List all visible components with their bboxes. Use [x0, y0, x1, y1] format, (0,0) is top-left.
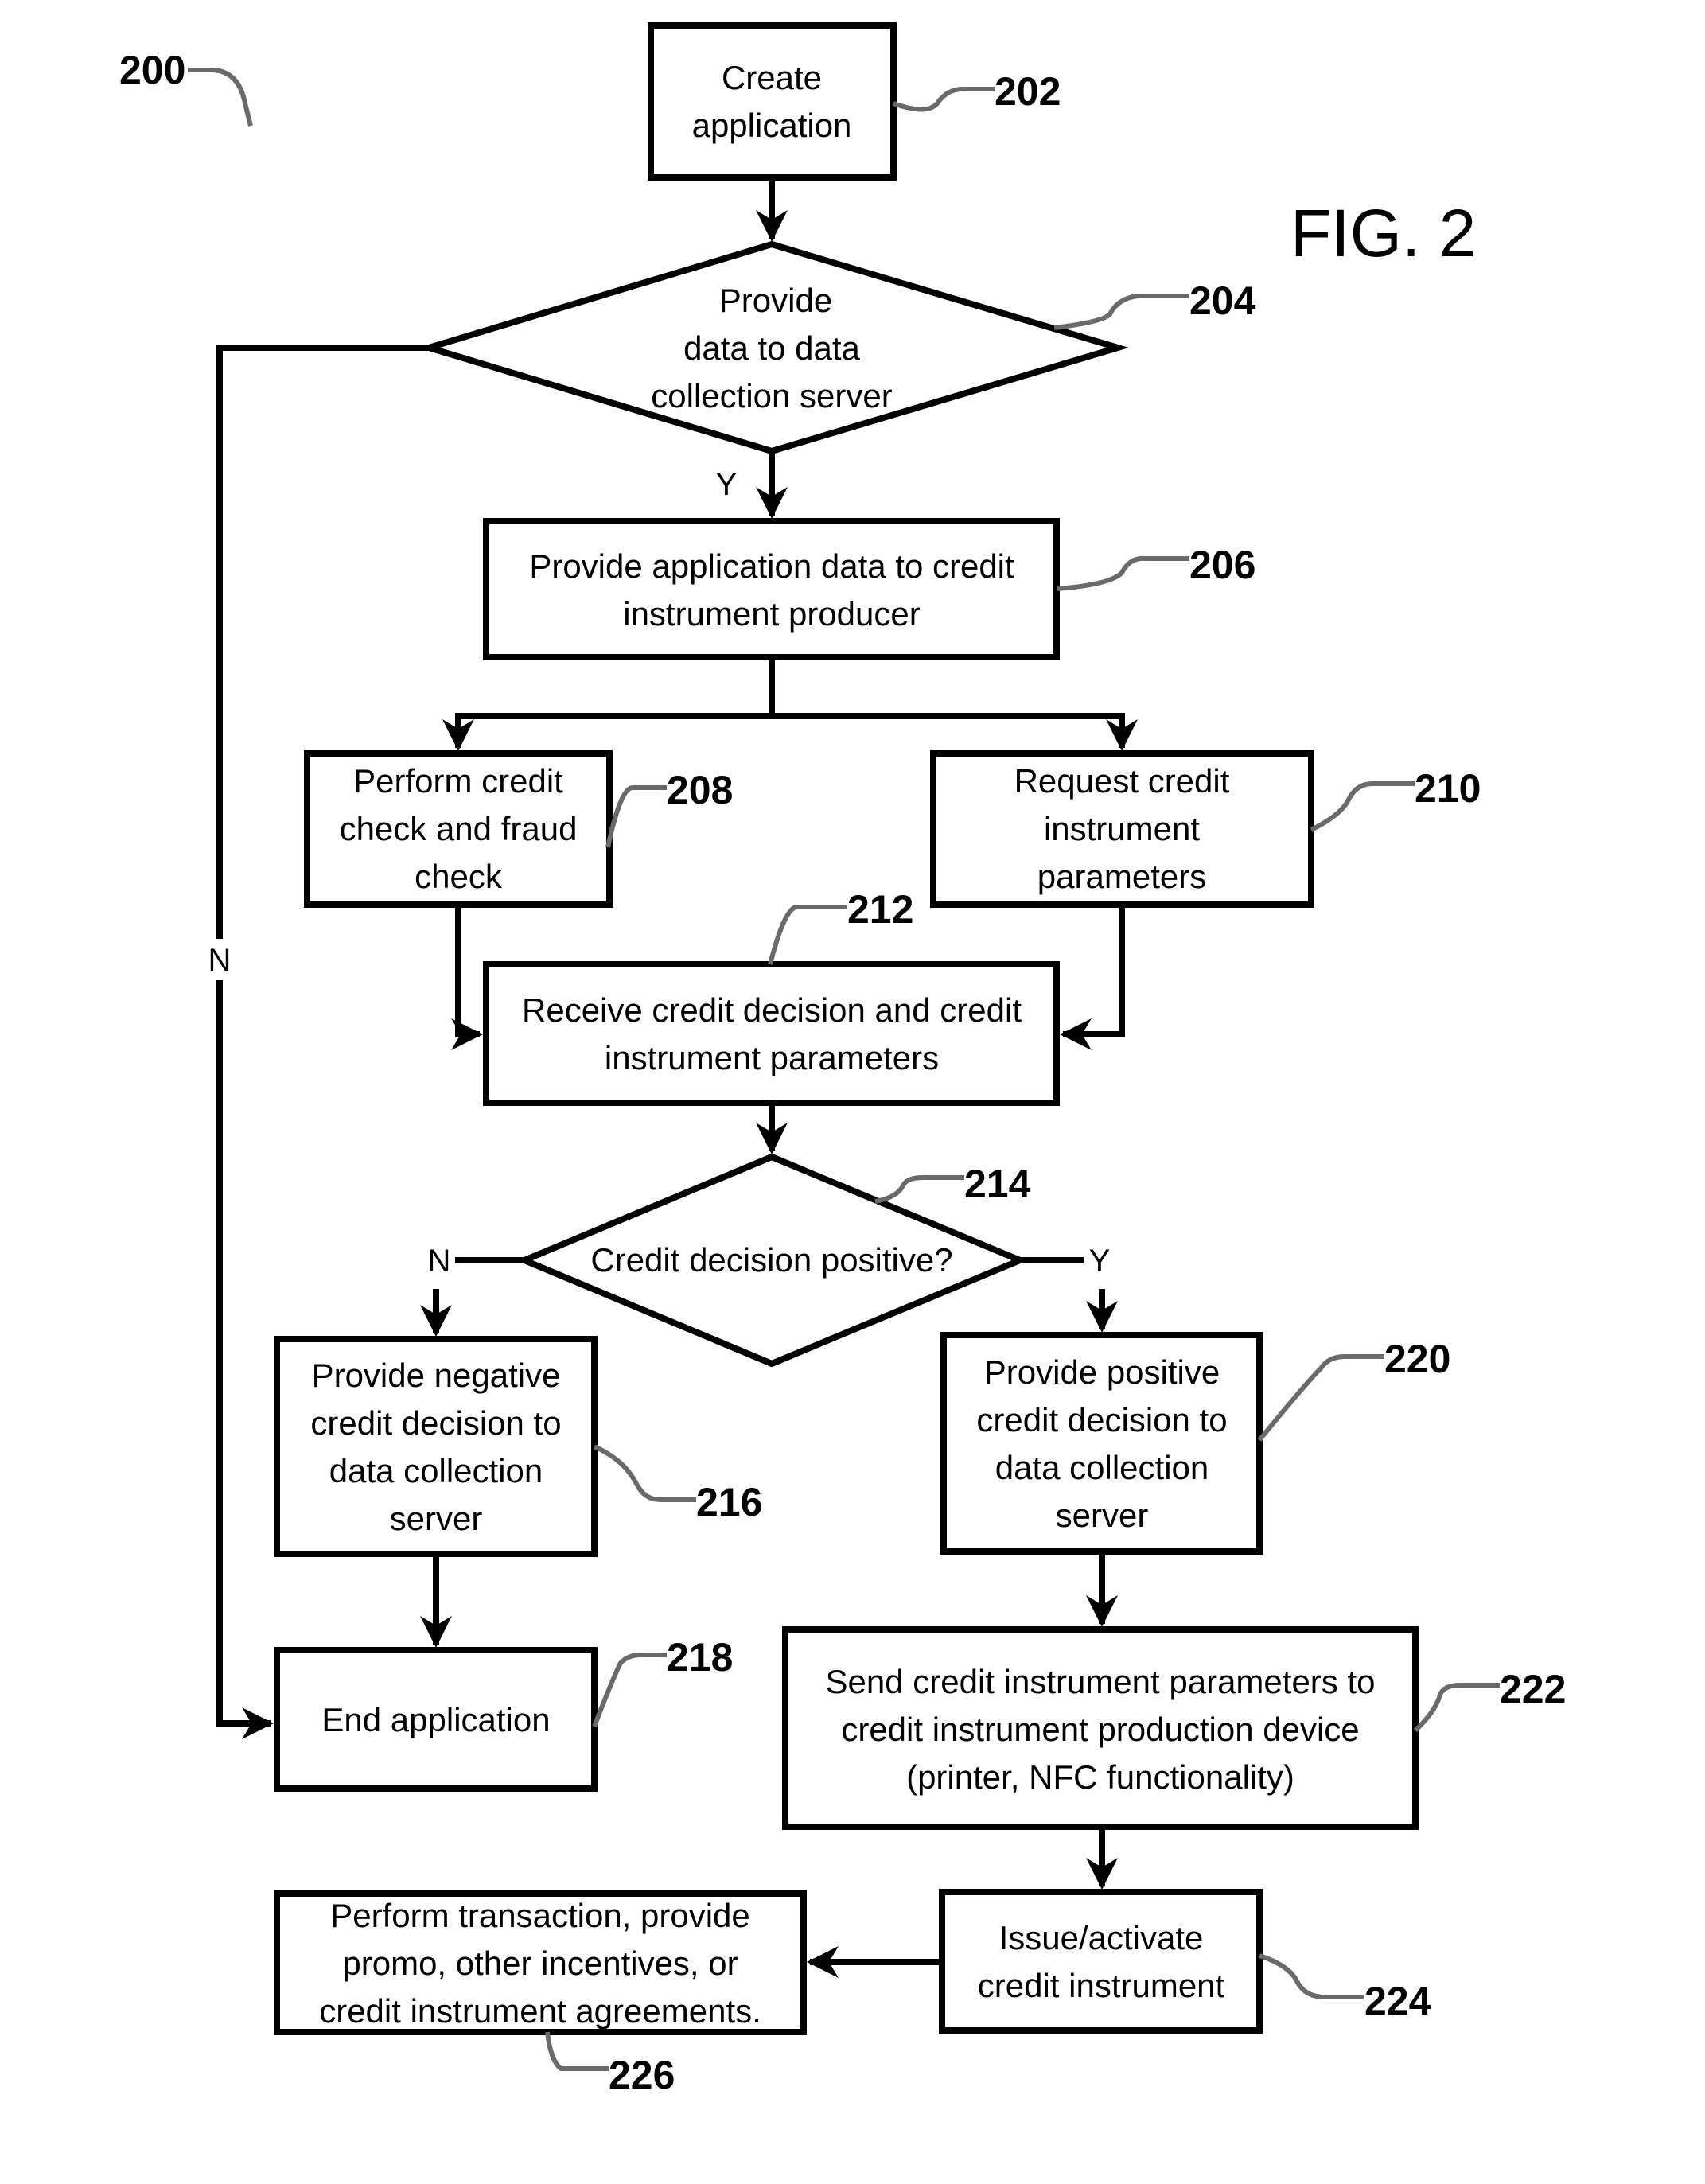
- edge-208-212: [451, 905, 483, 1050]
- node-provide-data-decision: Provide data to data collection server: [418, 240, 1129, 455]
- node-text: Perform credit: [353, 762, 563, 800]
- node-text: credit instrument agreements.: [319, 1992, 761, 2030]
- node-text: Provide negative: [312, 1357, 561, 1394]
- ref-216: 216: [696, 1480, 762, 1524]
- node-text: credit decision to: [310, 1404, 561, 1442]
- node-text: Create: [722, 59, 822, 96]
- node-text: data collection: [329, 1452, 543, 1489]
- ref-218: 218: [667, 1635, 733, 1680]
- edge-label-no: N: [428, 1244, 451, 1279]
- node-send-parameters: Send credit instrument parameters to cre…: [782, 1626, 1419, 1830]
- leader-208: [605, 785, 667, 848]
- node-text: collection server: [651, 377, 892, 415]
- node-text: parameters: [1037, 858, 1206, 895]
- node-text: Credit decision positive?: [590, 1241, 952, 1279]
- figure-reference: 200: [119, 48, 185, 92]
- leader-222: [1413, 1683, 1500, 1733]
- edge-210-212: [1060, 905, 1125, 1050]
- node-text: data collection: [995, 1449, 1209, 1486]
- leader-212: [768, 905, 847, 965]
- ref-206: 206: [1189, 543, 1255, 587]
- node-text: Perform transaction, provide: [330, 1897, 750, 1934]
- leader-226: [545, 2031, 609, 2071]
- figure-reference-leader: [188, 68, 253, 127]
- ref-208: 208: [667, 768, 733, 812]
- node-text: Provide: [719, 282, 832, 319]
- leader-210: [1310, 781, 1415, 832]
- node-text: credit instrument: [978, 1967, 1225, 2004]
- node-text: check: [415, 858, 503, 895]
- node-request-parameters: Request credit instrument parameters: [930, 750, 1314, 908]
- node-text: End application: [321, 1701, 550, 1738]
- ref-220: 220: [1384, 1337, 1450, 1381]
- node-text: server: [390, 1500, 483, 1537]
- leader-220: [1257, 1354, 1384, 1442]
- leader-202: [892, 87, 995, 112]
- ref-214: 214: [964, 1162, 1031, 1206]
- leader-216: [593, 1444, 696, 1502]
- leader-204: [1053, 294, 1189, 330]
- node-perform-transaction: Perform transaction, provide promo, othe…: [274, 1890, 807, 2035]
- edge-label-no: N: [208, 943, 232, 978]
- node-text: data to data: [683, 329, 860, 367]
- ref-202: 202: [995, 69, 1061, 114]
- node-text: application: [692, 107, 852, 144]
- node-text: Request credit: [1014, 762, 1230, 800]
- node-text: (printer, NFC functionality): [906, 1758, 1294, 1796]
- node-text: instrument: [1044, 810, 1200, 847]
- node-text: Provide positive: [984, 1353, 1220, 1391]
- ref-224: 224: [1364, 1979, 1431, 2023]
- ref-212: 212: [847, 887, 913, 932]
- leader-224: [1259, 1953, 1364, 1999]
- leader-214: [874, 1175, 964, 1204]
- node-text: server: [1056, 1497, 1149, 1534]
- ref-210: 210: [1415, 766, 1481, 811]
- node-text: Issue/activate: [999, 1919, 1204, 1956]
- node-positive-decision: Provide positive credit decision to data…: [940, 1332, 1263, 1555]
- ref-226: 226: [609, 2053, 675, 2097]
- edge-label-yes: Y: [716, 467, 738, 502]
- node-negative-decision: Provide negative credit decision to data…: [274, 1336, 598, 1557]
- node-end-application: End application: [274, 1647, 598, 1792]
- node-text: credit instrument production device: [841, 1711, 1359, 1748]
- node-provide-application-data: Provide application data to credit instr…: [483, 518, 1060, 660]
- node-text: Receive credit decision and credit: [522, 991, 1022, 1029]
- node-text: instrument producer: [623, 595, 921, 633]
- node-text: Send credit instrument parameters to: [826, 1663, 1376, 1700]
- leader-206: [1056, 555, 1189, 591]
- ref-222: 222: [1500, 1667, 1566, 1711]
- node-text: instrument parameters: [605, 1039, 939, 1076]
- node-credit-fraud-check: Perform credit check and fraud check: [304, 750, 613, 908]
- figure-label: FIG. 2: [1290, 196, 1476, 271]
- ref-204: 204: [1189, 278, 1256, 323]
- leader-218: [592, 1653, 667, 1728]
- flowchart: 200 FIG. 2 Create application 202 Provid…: [119, 22, 1566, 2097]
- node-text: credit decision to: [976, 1401, 1227, 1438]
- node-text: Provide application data to credit: [529, 547, 1014, 585]
- node-text: check and fraud: [340, 810, 578, 847]
- node-issue-activate: Issue/activate credit instrument: [939, 1889, 1263, 2034]
- edge-label-yes: Y: [1089, 1244, 1111, 1279]
- node-text: promo, other incentives, or: [342, 1945, 738, 1982]
- node-receive-decision: Receive credit decision and credit instr…: [483, 961, 1060, 1106]
- node-create-application: Create application: [648, 22, 897, 181]
